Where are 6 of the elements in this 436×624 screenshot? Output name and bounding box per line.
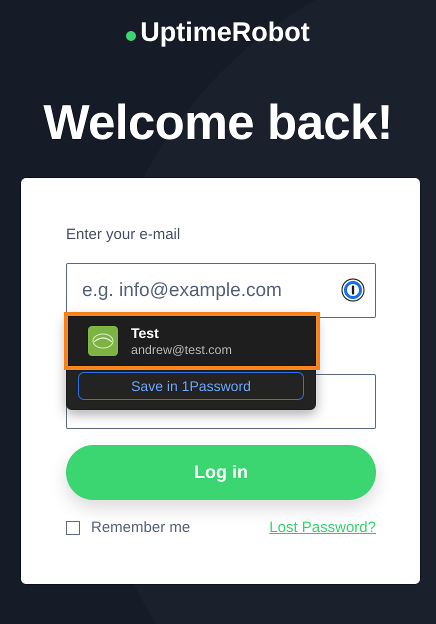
remember-label: Remember me [91, 519, 192, 536]
account-email: andrew@test.com [131, 343, 232, 357]
page-heading: Welcome back! [43, 95, 393, 152]
account-name: Test [131, 325, 160, 341]
email-label: Enter your e-mail [66, 226, 182, 245]
brand-name: UptimeRobot [140, 16, 310, 48]
